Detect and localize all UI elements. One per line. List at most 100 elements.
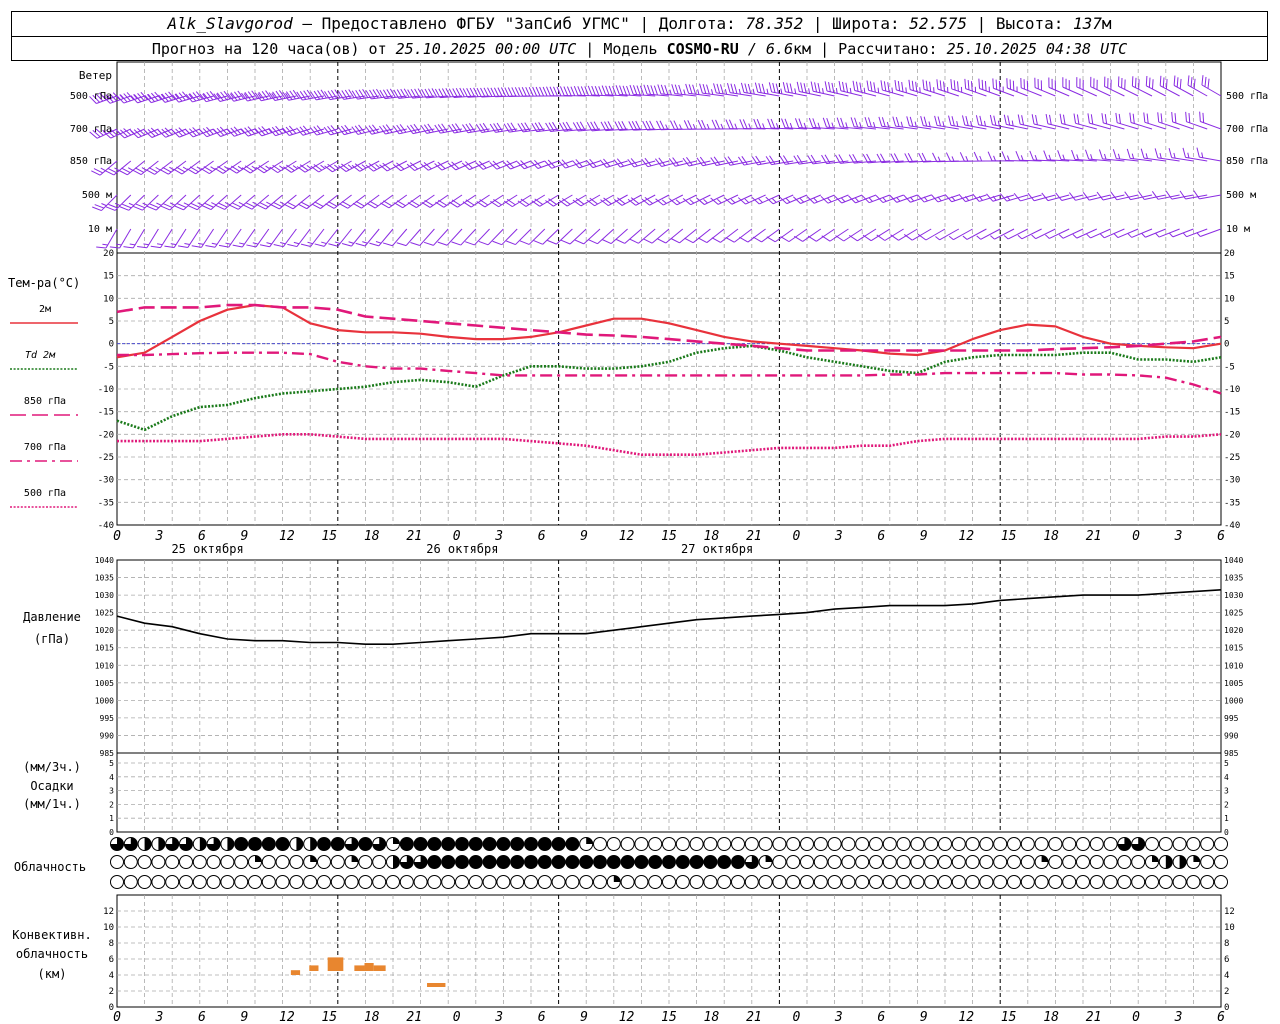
cloud-cover-icon: [165, 837, 180, 851]
wind-barb-feather: [979, 115, 983, 126]
cloud-circle: [1076, 875, 1090, 889]
cloud-circle: [206, 855, 221, 869]
cloud-cover-icon: [620, 855, 635, 869]
cloud-circle: [1089, 875, 1104, 889]
cloud-circle: [1062, 837, 1077, 851]
wind-barb-feather: [881, 117, 886, 127]
cloud-circle: [330, 875, 345, 889]
wind-barb-feather: [654, 158, 662, 167]
wind-barb: [118, 160, 145, 176]
cloud-cover-icon: [717, 855, 732, 869]
wind-barb: [1182, 147, 1208, 162]
cloud-cover-icon: [427, 837, 442, 851]
cloud-circle: [882, 855, 897, 869]
wind-barb-feather: [766, 236, 776, 243]
cloud-circle: [496, 855, 511, 869]
cloud-cover-icon: [786, 855, 801, 869]
cloud-circle: [275, 875, 290, 889]
wind-barb-half-feather: [1168, 232, 1174, 238]
cloud-cover-icon: [551, 837, 566, 851]
cloud-cover-icon: [813, 837, 828, 851]
wind-barb-half-feather: [730, 198, 736, 204]
cloud-cover-icon: [137, 837, 152, 851]
wind-barb-feather: [1001, 151, 1007, 161]
cloud-circle: [372, 875, 387, 889]
wind-barb-feather: [234, 91, 241, 100]
cloud-circle: [179, 875, 193, 889]
conv-bar: [309, 965, 319, 971]
wind-barb-feather: [213, 129, 221, 137]
cloud-cover-icon: [110, 855, 124, 869]
hour-label-lower: 18: [1043, 1010, 1059, 1024]
hour-label-lower: 9: [580, 1010, 588, 1024]
cloud-circle: [800, 837, 814, 851]
cloud-circle: [1145, 875, 1159, 889]
wind-barb-feather: [950, 79, 953, 89]
wind-barb-half-feather: [1145, 153, 1148, 159]
wind-barb-half-feather: [661, 199, 667, 204]
temp-tick-right: -15: [1224, 408, 1240, 418]
cloud-circle: [358, 837, 373, 851]
cloud-circle: [938, 837, 952, 851]
conv-tick-right: 4: [1224, 971, 1229, 981]
wind-barb: [1001, 151, 1028, 162]
cloud-cover-icon: [399, 855, 414, 869]
cloud-circle: [620, 855, 635, 869]
cloud-circle: [675, 837, 690, 851]
cloud-cover-icon: [924, 875, 939, 889]
wind-barb-half-feather: [900, 121, 904, 128]
cloud-circle: [165, 855, 180, 869]
cloud-circle: [206, 875, 221, 889]
wind-barb-feather: [506, 240, 516, 246]
cloud-cover-icon: [537, 875, 552, 889]
cloud-circle: [510, 837, 525, 851]
cloud-circle: [537, 837, 552, 851]
wind-barb-feather: [883, 81, 887, 92]
wind-barb: [862, 153, 890, 164]
cloud-circle: [275, 837, 290, 851]
wind-barb-feather: [917, 194, 925, 203]
cloud-cover-icon: [565, 875, 580, 889]
wind-barb: [683, 120, 711, 130]
cloud-cover-icon: [772, 855, 787, 869]
cloud-circle: [993, 875, 1008, 889]
wind-barb-feather: [699, 83, 703, 94]
cloud-cover-icon: [1214, 837, 1228, 851]
cloud-cover-icon: [924, 837, 939, 851]
cloud-cover-icon: [1089, 855, 1104, 869]
press-tick-left: 1005: [95, 679, 114, 688]
wind-barb-feather: [903, 234, 913, 241]
wind-barb-feather: [770, 118, 776, 129]
cloud-circle: [330, 837, 345, 851]
wind-barb-feather: [1115, 112, 1118, 123]
cloud-circle: [744, 875, 759, 889]
hour-label-upper: 12: [619, 529, 635, 544]
wind-barb-half-feather: [965, 156, 969, 162]
wind-barb-feather: [678, 84, 683, 95]
wind-barb-feather: [733, 84, 738, 94]
wind-barb-feather: [1185, 111, 1187, 122]
wind-barb-feather: [1076, 114, 1080, 125]
wind-barb-feather: [1071, 149, 1076, 160]
wind-barb: [366, 194, 394, 209]
wind-barb-half-feather: [962, 235, 968, 240]
wind-barb-feather: [185, 129, 194, 138]
wind-barb-feather: [660, 84, 665, 95]
cloud-circle: [772, 855, 787, 869]
cloud-circle: [261, 837, 276, 851]
wind-barb-feather: [532, 86, 538, 97]
wind-barb-feather: [697, 119, 703, 130]
wind-barb: [934, 115, 959, 130]
wind-barb-feather: [895, 116, 900, 127]
wind-barb-half-feather: [1141, 233, 1146, 238]
cloud-circle: [1007, 837, 1021, 851]
cloud-cover-icon: [1158, 875, 1173, 889]
cloud-cover-icon: [151, 837, 166, 851]
wind-barb: [476, 87, 504, 98]
cloud-cover-icon: [1076, 875, 1090, 889]
hour-label-lower: 15: [1001, 1010, 1017, 1024]
cloud-cover-icon: [455, 875, 469, 889]
cloud-circle: [758, 875, 773, 889]
cloud-cover-icon: [565, 855, 580, 869]
wind-barb-feather: [566, 86, 572, 96]
